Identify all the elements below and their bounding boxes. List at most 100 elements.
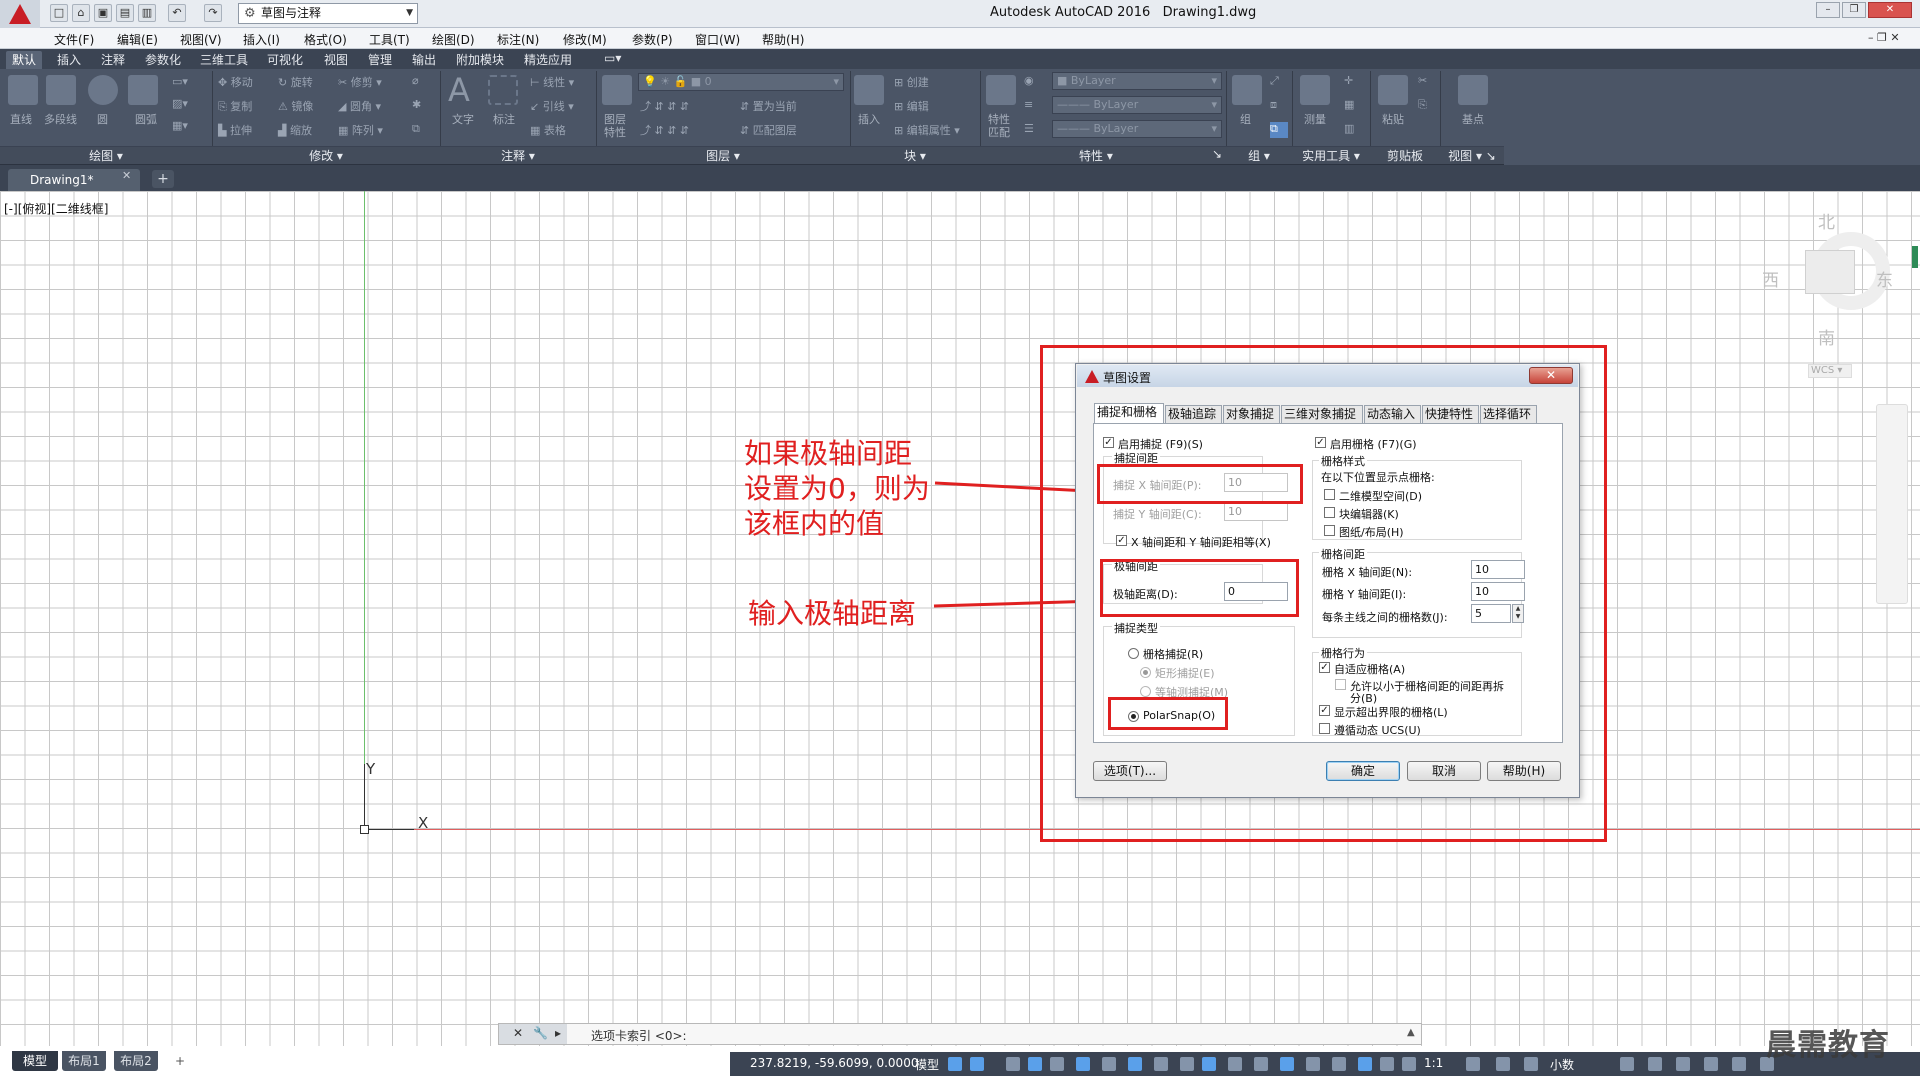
isolate-objects-icon[interactable] (1676, 1057, 1690, 1071)
command-history-arrow-icon[interactable]: ▲ (1407, 1027, 1415, 1038)
lineweight-icon[interactable] (1180, 1057, 1194, 1071)
highlight-snap-x (1097, 464, 1303, 504)
tab-polar-tracking[interactable]: 极轴追踪 (1165, 405, 1222, 423)
major-line-label: 每条主线之间的栅格数(J): (1322, 611, 1448, 624)
dialog-title: 草图设置 (1103, 371, 1152, 385)
isometric-drafting-icon[interactable] (1102, 1057, 1116, 1071)
model-space-checkbox[interactable] (1324, 489, 1335, 500)
rectangular-snap-label: 矩形捕捉(E) (1155, 667, 1215, 680)
grid-y-label: 栅格 Y 轴间距(I): (1322, 588, 1407, 601)
follow-ucs-label: 遵循动态 UCS(U) (1334, 724, 1421, 737)
close-icon[interactable]: ✕ (513, 1026, 523, 1040)
sheet-layout-label: 图纸/布局(H) (1339, 526, 1404, 539)
polar-tracking-icon[interactable] (1076, 1057, 1090, 1071)
grid-snap-radio[interactable] (1128, 648, 1139, 659)
grid-snap-label: 栅格捕捉(R) (1143, 648, 1204, 661)
isometric-snap-radio[interactable] (1140, 686, 1151, 697)
block-editor-checkbox[interactable] (1324, 507, 1335, 518)
grid-display-icon[interactable] (948, 1057, 962, 1071)
model-space-toggle[interactable]: 模型 (915, 1056, 939, 1073)
grid-x-label: 栅格 X 轴间距(N): (1322, 566, 1413, 579)
grid-x-spacing-input[interactable]: 10 (1471, 560, 1525, 579)
dialog-close-button[interactable]: ✕ (1529, 367, 1573, 384)
tab-layout2[interactable]: 布局2 (114, 1051, 158, 1071)
beyond-limits-checkbox[interactable]: ✓ (1319, 705, 1330, 716)
equal-xy-checkbox[interactable]: ✓ (1116, 535, 1127, 546)
dynamic-input-icon[interactable] (1028, 1057, 1042, 1071)
object-snap-icon[interactable] (1154, 1057, 1168, 1071)
snap-y-spacing-input[interactable]: 10 (1224, 502, 1288, 521)
snap-y-label: 捕捉 Y 轴间距(C): (1113, 508, 1202, 521)
hardware-acceleration-icon[interactable] (1704, 1057, 1718, 1071)
layout-tab-bar: 模型 布局1 布局2 + (0, 1046, 730, 1080)
add-layout-plus-icon[interactable]: + (170, 1051, 190, 1071)
subdivide-grid-checkbox[interactable] (1335, 679, 1346, 690)
tab-model[interactable]: 模型 (12, 1051, 58, 1071)
ok-button[interactable]: 确定 (1326, 761, 1400, 781)
lock-ui-icon[interactable] (1648, 1057, 1662, 1071)
tab-object-snap[interactable]: 对象捕捉 (1223, 405, 1280, 423)
snap-type-title: 捕捉类型 (1112, 620, 1160, 636)
workspace-switch-icon[interactable] (1466, 1057, 1480, 1071)
model-space-label: 二维模型空间(D) (1339, 490, 1423, 503)
grid-style-title: 栅格样式 (1319, 453, 1367, 469)
adaptive-grid-label: 自适应栅格(A) (1334, 663, 1406, 676)
highlight-polar-spacing (1100, 559, 1299, 617)
grid-spacing-title: 栅格间距 (1319, 546, 1367, 562)
selection-cycling-icon[interactable] (1228, 1057, 1242, 1071)
auto-scale-icon[interactable] (1380, 1057, 1394, 1071)
block-editor-label: 块编辑器(K) (1339, 508, 1399, 521)
equal-xy-label: X 轴间距和 Y 轴间距相等(X) (1131, 536, 1271, 549)
grid-behavior-title: 栅格行为 (1319, 645, 1367, 661)
options-button[interactable]: 选项(T)... (1093, 761, 1167, 781)
command-prompt-text: 选项卡索引 <0>: (591, 1029, 687, 1043)
tab-snap-and-grid[interactable]: 捕捉和栅格 (1094, 403, 1164, 424)
highlight-polarsnap (1108, 697, 1228, 730)
tab-dynamic-input[interactable]: 动态输入 (1364, 405, 1421, 423)
ortho-mode-icon[interactable] (1050, 1057, 1064, 1071)
annotation-scale-icon[interactable] (1402, 1057, 1416, 1071)
tab-quick-properties[interactable]: 快捷特性 (1422, 405, 1479, 423)
command-line-buttons: ✕ 🔧 ▸ (499, 1024, 567, 1044)
cursor-coordinates[interactable]: 237.8219, -59.6099, 0.0000 (750, 1056, 918, 1070)
gizmo-icon[interactable] (1332, 1057, 1346, 1071)
3d-object-snap-icon[interactable] (1254, 1057, 1268, 1071)
infer-constraints-icon[interactable] (1006, 1057, 1020, 1071)
annotation-monitor-icon[interactable] (1496, 1057, 1510, 1071)
tab-3d-object-snap[interactable]: 三维对象捕捉 (1281, 405, 1363, 423)
cancel-button[interactable]: 取消 (1407, 761, 1481, 781)
units-icon[interactable] (1524, 1057, 1538, 1071)
quick-properties-icon[interactable] (1620, 1057, 1634, 1071)
beyond-limits-label: 显示超出界限的栅格(L) (1334, 706, 1448, 719)
transparency-icon[interactable] (1202, 1057, 1216, 1071)
annotation-visibility-icon[interactable] (1358, 1057, 1372, 1071)
wrench-icon[interactable]: 🔧 (533, 1026, 548, 1040)
snap-mode-icon[interactable] (970, 1057, 984, 1071)
major-line-spinner[interactable]: ▲ ▼ (1512, 604, 1524, 623)
enable-grid-checkbox[interactable]: ✓ (1315, 437, 1326, 448)
tab-layout1[interactable]: 布局1 (62, 1051, 106, 1071)
grid-y-spacing-input[interactable]: 10 (1471, 582, 1525, 601)
help-button[interactable]: 帮助(H) (1487, 761, 1561, 781)
selection-filter-icon[interactable] (1306, 1057, 1320, 1071)
command-line[interactable]: ✕ 🔧 ▸ 选项卡索引 <0>: ▲ (498, 1023, 1422, 1045)
autocad-logo-icon (1085, 370, 1099, 383)
annotation-arrows (933, 481, 1099, 608)
tab-selection-cycling[interactable]: 选择循环 (1480, 405, 1537, 423)
clean-screen-icon[interactable] (1732, 1057, 1746, 1071)
dynamic-ucs-icon[interactable] (1280, 1057, 1294, 1071)
follow-ucs-checkbox[interactable] (1319, 723, 1330, 734)
watermark-logo: 晨需教育 (1766, 1028, 1890, 1063)
command-prompt-icon[interactable]: ▸ (555, 1026, 561, 1040)
rectangular-snap-radio[interactable] (1140, 667, 1151, 678)
annotation-scale-value[interactable]: 1:1 (1424, 1056, 1443, 1070)
dialog-title-bar[interactable]: 草图设置 ✕ (1077, 365, 1578, 387)
adaptive-grid-checkbox[interactable]: ✓ (1319, 662, 1330, 673)
major-line-input[interactable]: 5 (1471, 604, 1511, 623)
grid-style-description: 在以下位置显示点栅格: (1321, 471, 1435, 484)
status-bar: 237.8219, -59.6099, 0.0000 模型 1:1 小数 (730, 1052, 1920, 1076)
object-snap-tracking-icon[interactable] (1128, 1057, 1142, 1071)
sheet-layout-checkbox[interactable] (1324, 525, 1335, 536)
enable-snap-checkbox[interactable]: ✓ (1103, 437, 1114, 448)
units-value[interactable]: 小数 (1550, 1056, 1574, 1073)
